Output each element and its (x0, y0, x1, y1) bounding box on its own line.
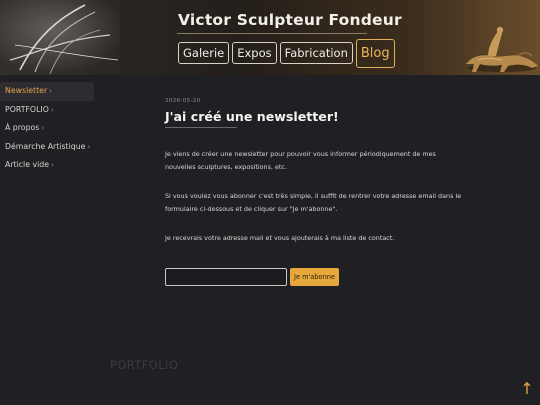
nav-fabrication[interactable]: Fabrication (279, 42, 353, 64)
email-field[interactable] (165, 268, 287, 286)
main-nav: Galerie Expos Fabrication Blog (178, 39, 395, 68)
footer-portfolio-link[interactable]: PORTFOLIO (110, 358, 178, 372)
sidebar-item-article-vide[interactable]: Article vide › (0, 156, 94, 175)
post-paragraph: Si vous voulez vous abonner c'est très s… (165, 192, 462, 213)
newsletter-form: Je m'abonne (165, 268, 340, 286)
bronze-sculpture-image (466, 26, 538, 72)
post-paragraph: Je recevrais votre adresse mail et vous … (165, 234, 395, 242)
site-title[interactable]: Victor Sculpteur Fondeur (178, 11, 402, 29)
title-underline (177, 33, 367, 34)
sidebar-item-label: Article vide (5, 160, 50, 169)
chevron-right-icon: › (50, 105, 54, 114)
sidebar: Newsletter › PORTFOLIO › À propos › Démarch… (0, 82, 94, 175)
back-to-top-icon[interactable]: ↑ (520, 380, 534, 398)
sidebar-item-label: Newsletter (5, 86, 48, 95)
header-decoration-image (0, 0, 120, 75)
blog-post: 2026-05-20 J'ai créé une newsletter! Je … (165, 98, 465, 245)
sidebar-item-portfolio[interactable]: PORTFOLIO › (0, 101, 94, 120)
post-title: J'ai créé une newsletter! (165, 109, 339, 124)
sidebar-item-label: Démarche Artistique (5, 141, 86, 151)
sidebar-item-label: À propos (5, 123, 40, 132)
post-date: 2026-05-20 (165, 98, 201, 104)
footer-section: PORTFOLIO (110, 356, 178, 372)
nav-blog[interactable]: Blog (355, 39, 395, 68)
chevron-right-icon: › (51, 161, 54, 169)
title-divider (165, 127, 237, 128)
sidebar-item-a-propos[interactable]: À propos › (0, 119, 94, 138)
sidebar-item-label: PORTFOLIO (5, 104, 49, 114)
chevron-right-icon: › (87, 142, 91, 151)
site-header: Victor Sculpteur Fondeur Galerie Expos F… (0, 0, 540, 75)
sidebar-item-newsletter[interactable]: Newsletter › (0, 82, 94, 101)
post-paragraph: Je viens de créer une newsletter pour po… (165, 150, 436, 171)
subscribe-button[interactable]: Je m'abonne (290, 268, 340, 286)
nav-galerie[interactable]: Galerie (178, 42, 230, 64)
sidebar-item-demarche-artistique[interactable]: Démarche Artistique › (0, 138, 94, 157)
chevron-right-icon: › (49, 87, 52, 95)
chevron-right-icon: › (41, 124, 45, 132)
nav-expos[interactable]: Expos (232, 42, 277, 64)
